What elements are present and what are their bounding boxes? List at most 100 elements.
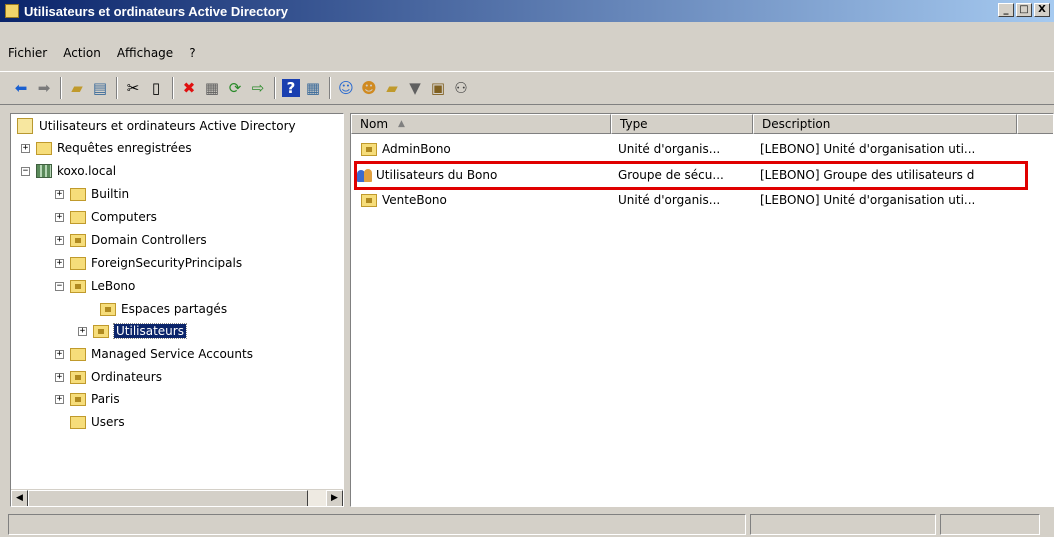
expand-icon[interactable]: + — [55, 258, 64, 268]
status-pane-main — [8, 514, 746, 535]
menu-action[interactable]: Action — [55, 46, 109, 60]
list-header: Nom ▲ Type Description — [351, 114, 1053, 134]
expand-icon[interactable]: + — [55, 212, 64, 222]
tree-item-foreign-security[interactable]: + ForeignSecurityPrincipals — [55, 253, 242, 273]
filter-icon[interactable]: ▼ — [404, 77, 426, 99]
properties-icon[interactable]: ▦ — [201, 77, 223, 99]
tree-item-paris[interactable]: + Paris — [55, 389, 120, 409]
list-item[interactable]: VenteBono Unité d'organis... [LEBONO] Un… — [351, 189, 1053, 211]
column-header-description[interactable]: Description — [753, 114, 1017, 134]
tree-item-utilisateurs[interactable]: + Utilisateurs — [78, 321, 187, 341]
horizontal-scrollbar[interactable]: ◀ ▶ — [11, 489, 343, 506]
minimize-button[interactable]: _ — [998, 3, 1014, 17]
expand-icon[interactable]: + — [55, 189, 64, 199]
scroll-thumb[interactable] — [28, 490, 308, 506]
tree-item-users[interactable]: Users — [70, 412, 125, 432]
new-user-icon[interactable]: ☺ — [335, 77, 357, 99]
expand-icon[interactable]: + — [21, 143, 30, 153]
ou-folder-icon — [93, 324, 109, 338]
tree-item-label: Computers — [91, 210, 157, 224]
close-button[interactable]: X — [1034, 3, 1050, 17]
copy-icon[interactable]: ▯ — [145, 77, 167, 99]
scroll-left-icon[interactable]: ◀ — [11, 490, 28, 506]
security-group-icon — [357, 168, 373, 183]
find-icon[interactable]: ▣ — [427, 77, 449, 99]
list-item[interactable]: AdminBono Unité d'organis... [LEBONO] Un… — [351, 138, 1053, 160]
column-header-type[interactable]: Type — [611, 114, 753, 134]
maximize-button[interactable]: □ — [1016, 3, 1032, 17]
ou-folder-icon — [70, 233, 86, 247]
tree-pane[interactable]: Utilisateurs et ordinateurs Active Direc… — [10, 113, 344, 507]
cell-type: Groupe de sécu... — [618, 168, 724, 182]
ou-folder-icon — [70, 279, 86, 293]
status-pane-secondary — [750, 514, 936, 535]
tree-item-espaces-partages[interactable]: Espaces partagés — [100, 299, 227, 319]
tree-item-label: ForeignSecurityPrincipals — [91, 256, 243, 270]
tree-item-domain[interactable]: − koxo.local — [21, 161, 116, 181]
expand-icon[interactable]: + — [55, 349, 64, 359]
cut-icon[interactable]: ✂ — [122, 77, 144, 99]
tree-item-lebono[interactable]: − LeBono — [55, 276, 135, 296]
menu-fichier[interactable]: Fichier — [0, 46, 55, 60]
forward-icon[interactable]: ➡ — [33, 77, 55, 99]
column-header-label: Description — [762, 117, 831, 131]
domain-icon — [36, 164, 52, 178]
ou-folder-icon — [361, 193, 377, 207]
column-header-label: Nom — [360, 117, 389, 131]
tree-item-ordinateurs[interactable]: + Ordinateurs — [55, 367, 162, 387]
export-icon[interactable]: ⇨ — [247, 77, 269, 99]
tree-item-label: Managed Service Accounts — [91, 347, 253, 361]
details-pane[interactable]: Nom ▲ Type Description AdminBono Unité d… — [350, 113, 1054, 507]
new-group-icon[interactable]: ☻ — [358, 77, 380, 99]
column-header-label: Type — [620, 117, 648, 131]
tree-item-label: Users — [91, 415, 125, 429]
folder-icon — [70, 347, 86, 361]
cell-name: VenteBono — [351, 193, 611, 207]
show-tree-icon[interactable]: ▤ — [89, 77, 111, 99]
tree-item-domain-controllers[interactable]: + Domain Controllers — [55, 230, 207, 250]
view-icon[interactable]: ▦ — [302, 77, 324, 99]
item-name: Utilisateurs du Bono — [376, 168, 498, 182]
tree-item-label: Paris — [91, 392, 120, 406]
back-icon[interactable]: ⬅ — [10, 77, 32, 99]
expand-icon[interactable]: + — [55, 235, 64, 245]
add-to-group-icon[interactable]: ⚇ — [450, 77, 472, 99]
expand-icon[interactable]: + — [55, 394, 64, 404]
folder-icon — [70, 187, 86, 201]
toolbar-separator — [274, 77, 276, 99]
expand-icon[interactable]: + — [55, 372, 64, 382]
cell-description: [LEBONO] Unité d'organisation uti... — [760, 142, 976, 156]
ou-folder-icon — [70, 392, 86, 406]
tree-item-saved-queries[interactable]: + Requêtes enregistrées — [21, 138, 192, 158]
column-header-filler — [1017, 114, 1053, 134]
collapse-icon[interactable]: − — [21, 166, 30, 176]
tree-item-builtin[interactable]: + Builtin — [55, 184, 129, 204]
tree-root-label: Utilisateurs et ordinateurs Active Direc… — [39, 119, 296, 133]
toolbar-separator — [116, 77, 118, 99]
cell-name: AdminBono — [351, 142, 611, 156]
refresh-icon[interactable]: ⟳ — [224, 77, 246, 99]
ou-folder-icon — [70, 370, 86, 384]
status-bar — [0, 512, 1054, 537]
delete-icon[interactable]: ✖ — [178, 77, 200, 99]
tree-item-label: Builtin — [91, 187, 130, 201]
new-ou-icon[interactable]: ▰ — [381, 77, 403, 99]
collapse-icon[interactable]: − — [55, 281, 64, 291]
tree-item-managed-service-accounts[interactable]: + Managed Service Accounts — [55, 344, 253, 364]
window-controls: _ □ X — [998, 3, 1050, 17]
item-name: VenteBono — [382, 193, 447, 207]
menu-bar: Fichier Action Affichage ? — [0, 42, 1054, 64]
column-header-name[interactable]: Nom ▲ — [351, 114, 611, 134]
menu-affichage[interactable]: Affichage — [109, 46, 181, 60]
list-item[interactable]: Utilisateurs du Bono Groupe de sécu... [… — [351, 164, 1053, 186]
tree-item-label: LeBono — [91, 279, 136, 293]
help-icon[interactable]: ? — [282, 79, 300, 97]
expand-icon[interactable]: + — [78, 326, 87, 336]
toolbar-separator — [60, 77, 62, 99]
menu-help[interactable]: ? — [181, 46, 203, 60]
ou-folder-icon — [361, 142, 377, 156]
scroll-right-icon[interactable]: ▶ — [326, 490, 343, 506]
up-folder-icon[interactable]: ▰ — [66, 77, 88, 99]
tree-item-computers[interactable]: + Computers — [55, 207, 157, 227]
tree-root[interactable]: Utilisateurs et ordinateurs Active Direc… — [17, 116, 296, 136]
